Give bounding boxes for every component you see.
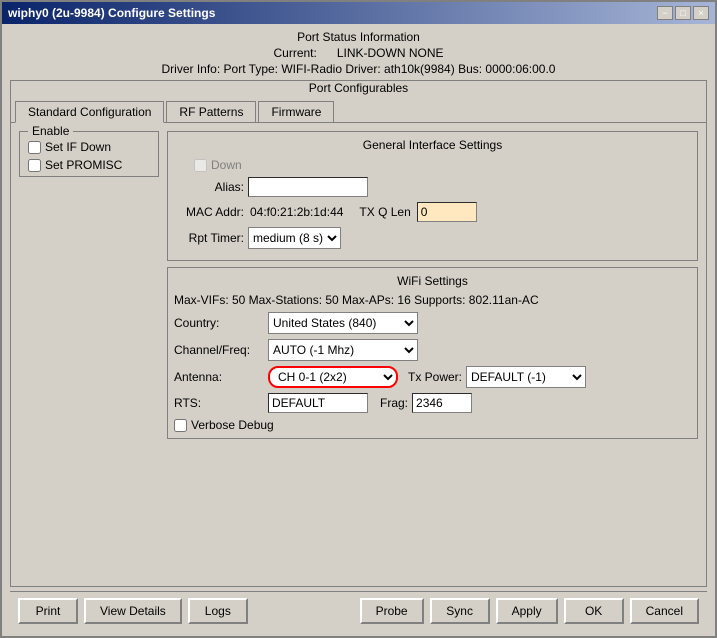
tabs-header: Standard Configuration RF Patterns Firmw…	[11, 97, 706, 122]
antenna-select[interactable]: CH 0-1 (2x2)	[268, 366, 398, 388]
set-if-down-row: Set IF Down	[28, 140, 150, 154]
verbose-label: Verbose Debug	[191, 418, 274, 432]
tab-rf-patterns[interactable]: RF Patterns	[166, 101, 256, 122]
main-window: wiphy0 (2u-9984) Configure Settings − □ …	[0, 0, 717, 638]
set-if-down-checkbox[interactable]	[28, 141, 41, 154]
wifi-info: Max-VIFs: 50 Max-Stations: 50 Max-APs: 1…	[174, 293, 539, 307]
left-panel: Enable Set IF Down Set PROMISC	[19, 131, 159, 578]
status-row: Current: LINK-DOWN NONE	[10, 46, 707, 60]
country-select[interactable]: United States (840)	[268, 312, 418, 334]
sync-button[interactable]: Sync	[430, 598, 490, 624]
tab-firmware[interactable]: Firmware	[258, 101, 334, 122]
set-if-down-label: Set IF Down	[45, 140, 111, 154]
current-label: Current:	[273, 46, 316, 60]
channel-row: Channel/Freq: AUTO (-1 Mhz)	[174, 339, 691, 361]
ok-button[interactable]: OK	[564, 598, 624, 624]
current-value: LINK-DOWN NONE	[337, 46, 444, 60]
port-status-section: Port Status Information Current: LINK-DO…	[10, 30, 707, 76]
mac-label: MAC Addr:	[174, 205, 244, 219]
rpt-row: Rpt Timer: medium (8 s)	[174, 227, 691, 249]
driver-row: Driver Info: Port Type: WIFI-Radio Drive…	[10, 62, 707, 76]
set-promisc-label: Set PROMISC	[45, 158, 122, 172]
window-title: wiphy0 (2u-9984) Configure Settings	[8, 6, 215, 20]
wifi-section: WiFi Settings Max-VIFs: 50 Max-Stations:…	[167, 267, 698, 439]
country-label: Country:	[174, 316, 264, 330]
verbose-row: Verbose Debug	[174, 418, 691, 432]
tx-power-label: Tx Power:	[408, 370, 462, 384]
bottom-bar: Print View Details Logs Probe Sync Apply…	[10, 591, 707, 630]
set-promisc-checkbox[interactable]	[28, 159, 41, 172]
bottom-right-buttons: Probe Sync Apply OK Cancel	[360, 598, 699, 624]
down-label: Down	[211, 158, 242, 172]
frag-label: Frag:	[380, 396, 408, 410]
tab-standard[interactable]: Standard Configuration	[15, 101, 164, 123]
print-button[interactable]: Print	[18, 598, 78, 624]
title-bar-buttons: − □ ×	[657, 6, 709, 20]
view-details-button[interactable]: View Details	[84, 598, 182, 624]
general-title: General Interface Settings	[174, 138, 691, 152]
general-section: General Interface Settings Down Alias: M…	[167, 131, 698, 261]
channel-label: Channel/Freq:	[174, 343, 264, 357]
enable-group: Enable Set IF Down Set PROMISC	[19, 131, 159, 177]
bottom-left-buttons: Print View Details Logs	[18, 598, 248, 624]
tab-content: Enable Set IF Down Set PROMISC	[11, 122, 706, 586]
close-button[interactable]: ×	[693, 6, 709, 20]
mac-value: 04:f0:21:2b:1d:44	[250, 205, 343, 219]
verbose-checkbox[interactable]	[174, 419, 187, 432]
set-promisc-row: Set PROMISC	[28, 158, 150, 172]
tx-power-select[interactable]: DEFAULT (-1)	[466, 366, 586, 388]
country-row: Country: United States (840)	[174, 312, 691, 334]
rpt-label: Rpt Timer:	[174, 231, 244, 245]
mac-row: MAC Addr: 04:f0:21:2b:1d:44 TX Q Len	[174, 202, 691, 222]
driver-label: Driver Info:	[162, 62, 221, 76]
antenna-row: Antenna: CH 0-1 (2x2) Tx Power: DEFAULT …	[174, 366, 691, 388]
maximize-button[interactable]: □	[675, 6, 691, 20]
cancel-button[interactable]: Cancel	[630, 598, 699, 624]
alias-row: Alias:	[174, 177, 691, 197]
tabs-container: Port Configurables Standard Configuratio…	[10, 80, 707, 587]
down-checkbox	[194, 159, 207, 172]
frag-input[interactable]	[412, 393, 472, 413]
port-configurables-title: Port Configurables	[11, 81, 706, 95]
down-row: Down	[174, 158, 691, 172]
rts-input[interactable]	[268, 393, 368, 413]
wifi-title: WiFi Settings	[174, 274, 691, 288]
right-panel: General Interface Settings Down Alias: M…	[167, 131, 698, 578]
probe-button[interactable]: Probe	[360, 598, 424, 624]
rpt-select[interactable]: medium (8 s)	[248, 227, 341, 249]
port-status-title: Port Status Information	[10, 30, 707, 44]
minimize-button[interactable]: −	[657, 6, 673, 20]
title-bar: wiphy0 (2u-9984) Configure Settings − □ …	[2, 2, 715, 24]
apply-button[interactable]: Apply	[496, 598, 558, 624]
window-content: Port Status Information Current: LINK-DO…	[2, 24, 715, 636]
txq-input[interactable]	[417, 202, 477, 222]
alias-input[interactable]	[248, 177, 368, 197]
rts-label: RTS:	[174, 396, 264, 410]
logs-button[interactable]: Logs	[188, 598, 248, 624]
driver-value: Port Type: WIFI-Radio Driver: ath10k(998…	[224, 62, 556, 76]
alias-label: Alias:	[174, 180, 244, 194]
rts-frag-row: RTS: Frag:	[174, 393, 691, 413]
enable-legend: Enable	[28, 124, 73, 138]
txq-label: TX Q Len	[359, 205, 410, 219]
wifi-info-row: Max-VIFs: 50 Max-Stations: 50 Max-APs: 1…	[174, 293, 691, 307]
channel-select[interactable]: AUTO (-1 Mhz)	[268, 339, 418, 361]
antenna-label: Antenna:	[174, 370, 264, 384]
